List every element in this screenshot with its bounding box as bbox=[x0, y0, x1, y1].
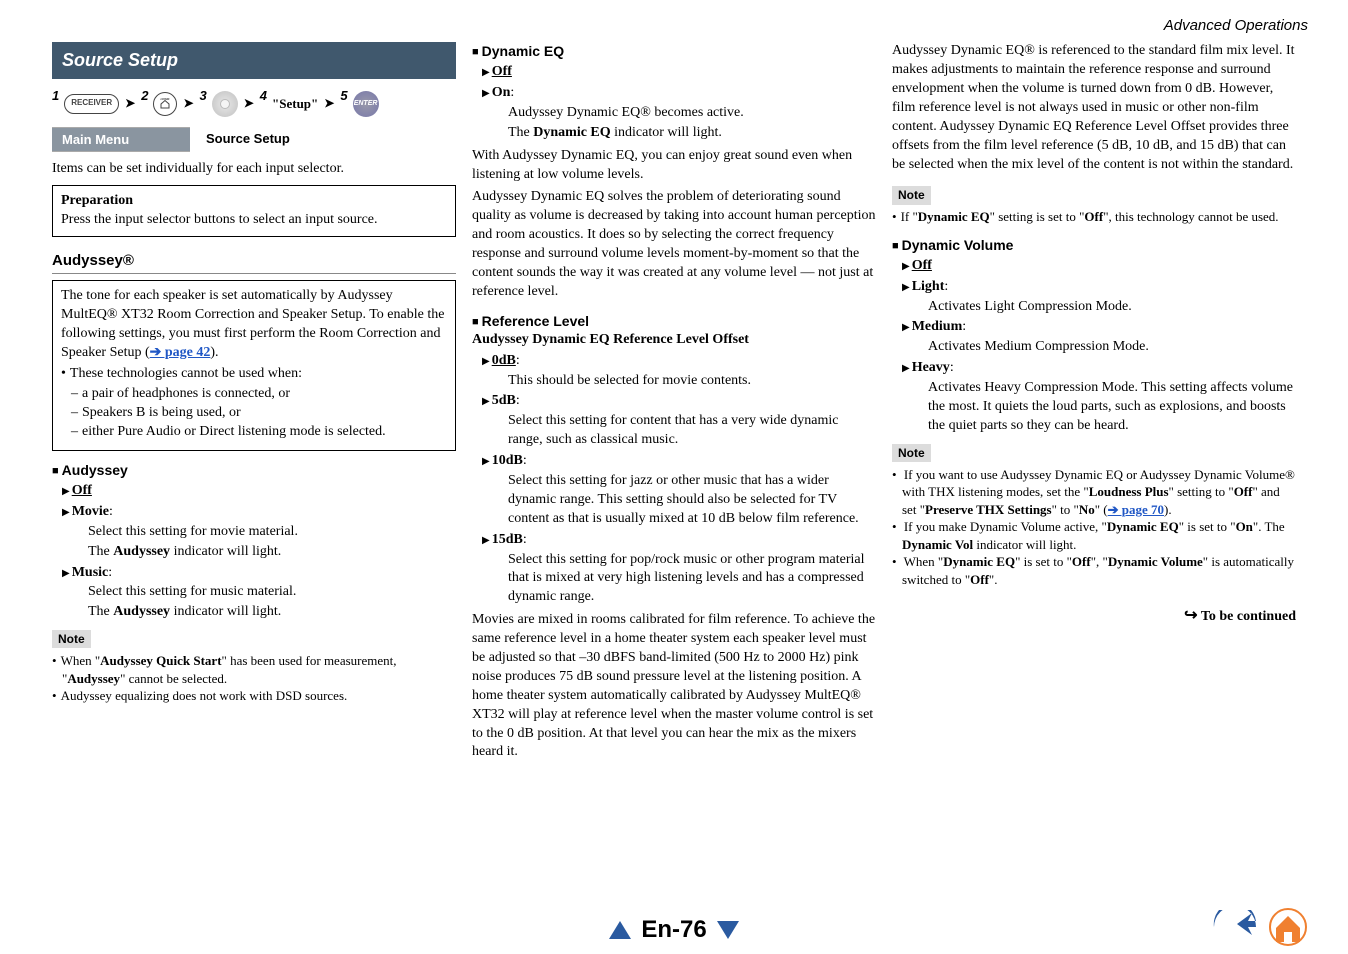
enter-button-icon: ENTER bbox=[353, 91, 379, 117]
home-button-icon: HOME bbox=[153, 92, 177, 116]
column-3: Audyssey Dynamic EQ® is referenced to th… bbox=[892, 42, 1296, 766]
option-movie-desc: Select this setting for movie material. bbox=[88, 523, 456, 542]
page-70-link[interactable]: ➔ page 70 bbox=[1108, 502, 1164, 517]
dv-light-desc: Activates Light Compression Mode. bbox=[928, 298, 1296, 317]
ref-10db: ▶10dB: bbox=[482, 452, 876, 471]
main-menu-tab: Main Menu bbox=[52, 127, 190, 153]
arrow-icon: ➤ bbox=[183, 95, 193, 111]
dpad-icon bbox=[212, 91, 238, 117]
ref-5db: ▶5dB: bbox=[482, 392, 876, 411]
deq-on: ▶On: bbox=[482, 84, 876, 103]
ref-15db: ▶15dB: bbox=[482, 531, 876, 550]
col3-para: Audyssey Dynamic EQ® is referenced to th… bbox=[892, 42, 1296, 174]
back-icon[interactable] bbox=[1212, 910, 1258, 944]
preparation-body: Press the input selector buttons to sele… bbox=[61, 211, 447, 230]
dv-heavy-desc: Activates Heavy Compression Mode. This s… bbox=[928, 379, 1296, 436]
note-item: When "Audyssey Quick Start" has been use… bbox=[62, 652, 456, 687]
audyssey-subheading: ■Audyssey bbox=[52, 461, 456, 480]
option-off: ▶Off bbox=[62, 482, 456, 501]
header-section: Advanced Operations bbox=[52, 16, 1308, 36]
audyssey-box-text-end: ). bbox=[210, 345, 218, 360]
nav-steps: 1 RECEIVER ➤ 2 HOME ➤ 3 ➤ 4 "Setup" ➤ 5 … bbox=[52, 91, 456, 117]
note-tag: Note bbox=[892, 186, 931, 204]
dv-medium-desc: Activates Medium Compression Mode. bbox=[928, 338, 1296, 357]
dv-off: ▶Off bbox=[902, 257, 1296, 276]
note-item: If "Dynamic EQ" setting is set to "Off",… bbox=[902, 208, 1296, 226]
arrow-icon: ➤ bbox=[324, 95, 334, 111]
deq-on-desc1: Audyssey Dynamic EQ® becomes active. bbox=[508, 104, 876, 123]
tech-cannot-item: These technologies cannot be used when: … bbox=[71, 365, 447, 443]
next-page-icon[interactable] bbox=[717, 921, 739, 939]
option-movie: ▶Movie: bbox=[62, 503, 456, 522]
audyssey-box-text: The tone for each speaker is set automat… bbox=[61, 288, 444, 360]
note-item: Audyssey equalizing does not work with D… bbox=[62, 687, 456, 705]
menu-bar: Main Menu Source Setup bbox=[52, 127, 456, 153]
dv-light: ▶Light: bbox=[902, 278, 1296, 297]
dv-heavy: ▶Heavy: bbox=[902, 359, 1296, 378]
audyssey-info-box: The tone for each speaker is set automat… bbox=[52, 280, 456, 451]
note-item: If you want to use Audyssey Dynamic EQ o… bbox=[902, 466, 1296, 519]
content-columns: Source Setup 1 RECEIVER ➤ 2 HOME ➤ 3 ➤ 4… bbox=[52, 42, 1308, 766]
intro-text: Items can be set individually for each i… bbox=[52, 160, 456, 179]
ref-15db-desc: Select this setting for pop/rock music o… bbox=[508, 551, 876, 608]
source-setup-banner: Source Setup bbox=[52, 42, 456, 78]
ref-0db: ▶0dB: bbox=[482, 352, 876, 371]
home-icon[interactable] bbox=[1268, 908, 1308, 946]
footer-nav bbox=[1212, 908, 1308, 946]
page-42-link[interactable]: ➔ page 42 bbox=[150, 345, 211, 360]
preparation-box: Preparation Press the input selector but… bbox=[52, 185, 456, 237]
ref-10db-desc: Select this setting for jazz or other mu… bbox=[508, 472, 876, 529]
footer: En-76 bbox=[0, 914, 1348, 946]
ref-level-para: Movies are mixed in rooms calibrated for… bbox=[472, 611, 876, 762]
step-1-num: 1 bbox=[52, 87, 59, 105]
option-music-desc: Select this setting for music material. bbox=[88, 583, 456, 602]
reference-level-heading: ■Reference Level bbox=[472, 312, 876, 331]
prev-page-icon[interactable] bbox=[609, 921, 631, 939]
dynamic-volume-heading: ■Dynamic Volume bbox=[892, 236, 1296, 255]
option-movie-desc2: The Audyssey indicator will light. bbox=[88, 543, 456, 562]
page-number: En-76 bbox=[641, 914, 706, 946]
audyssey-heading: Audyssey® bbox=[52, 251, 456, 274]
source-setup-tab: Source Setup bbox=[202, 127, 294, 153]
note-tag: Note bbox=[892, 444, 931, 462]
receiver-button-icon: RECEIVER bbox=[64, 94, 119, 114]
arrow-icon: ➤ bbox=[125, 95, 135, 111]
step-5-num: 5 bbox=[340, 87, 347, 105]
option-music: ▶Music: bbox=[62, 564, 456, 583]
ref-5db-desc: Select this setting for content that has… bbox=[508, 412, 876, 450]
deq-on-desc2: The Dynamic EQ indicator will light. bbox=[508, 124, 876, 143]
column-1: Source Setup 1 RECEIVER ➤ 2 HOME ➤ 3 ➤ 4… bbox=[52, 42, 456, 766]
note-tag: Note bbox=[52, 630, 91, 648]
step-2-num: 2 bbox=[141, 87, 148, 105]
option-music-desc2: The Audyssey indicator will light. bbox=[88, 603, 456, 622]
sub-item: Speakers B is being used, or bbox=[83, 404, 447, 423]
note-item: If you make Dynamic Volume active, "Dyna… bbox=[902, 518, 1296, 553]
reference-level-sub: Audyssey Dynamic EQ Reference Level Offs… bbox=[472, 331, 876, 350]
note-item: When "Dynamic EQ" is set to "Off", "Dyna… bbox=[902, 553, 1296, 588]
sub-item: a pair of headphones is connected, or bbox=[83, 385, 447, 404]
preparation-heading: Preparation bbox=[61, 192, 447, 211]
to-be-continued: ↪ To be continued bbox=[892, 605, 1296, 627]
setup-label: "Setup" bbox=[272, 95, 318, 113]
arrow-icon: ➤ bbox=[244, 95, 254, 111]
column-2: ■Dynamic EQ ▶Off ▶On: Audyssey Dynamic E… bbox=[472, 42, 876, 766]
deq-para2: Audyssey Dynamic EQ solves the problem o… bbox=[472, 188, 876, 301]
deq-para1: With Audyssey Dynamic EQ, you can enjoy … bbox=[472, 147, 876, 185]
step-3-num: 3 bbox=[200, 87, 207, 105]
dynamic-eq-heading: ■Dynamic EQ bbox=[472, 42, 876, 61]
dv-medium: ▶Medium: bbox=[902, 318, 1296, 337]
step-4-num: 4 bbox=[260, 87, 267, 105]
deq-off: ▶Off bbox=[482, 63, 876, 82]
ref-0db-desc: This should be selected for movie conten… bbox=[508, 372, 876, 391]
sub-item: either Pure Audio or Direct listening mo… bbox=[83, 423, 447, 442]
